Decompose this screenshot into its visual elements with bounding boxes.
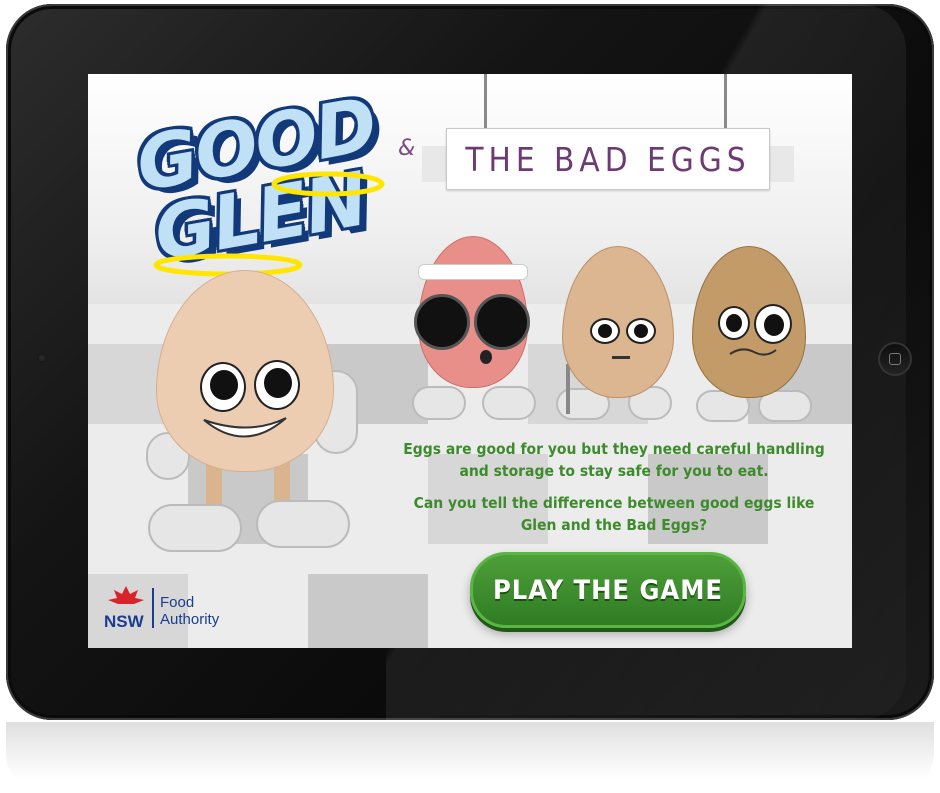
agency-line2: Authority (160, 611, 220, 628)
nsw-food-authority-logo: NSW Food Authority (102, 584, 242, 634)
intro-text-block: Eggs are good for you but they need care… (402, 438, 826, 546)
sign-ribbon (422, 146, 448, 182)
play-game-button[interactable]: PLAY THE GAME (470, 552, 746, 628)
agency-name: Food Authority (160, 594, 219, 628)
play-game-label: PLAY THE GAME (493, 574, 723, 606)
intro-text: Eggs are good for you but they need care… (403, 440, 825, 480)
sign-rope (724, 74, 727, 130)
title-sign: THE BAD EGGS (446, 128, 770, 190)
waratah-icon (108, 586, 144, 604)
tablet-reflection (6, 722, 934, 793)
ampersand: & (398, 136, 416, 161)
sign-ribbon (768, 146, 794, 182)
sign-rope (484, 74, 487, 130)
logo-divider (152, 588, 154, 628)
camera-icon (38, 354, 46, 362)
question-text: Can you tell the difference between good… (413, 494, 815, 534)
agency-line1: Food (160, 594, 195, 611)
home-button[interactable] (878, 342, 912, 376)
game-screen: GOOD GLEN & THE BAD EGGS Eggs are good f… (88, 74, 852, 648)
halo-icon (271, 171, 385, 197)
subtitle: THE BAD EGGS (465, 139, 751, 179)
nsw-text: NSW (104, 612, 144, 631)
